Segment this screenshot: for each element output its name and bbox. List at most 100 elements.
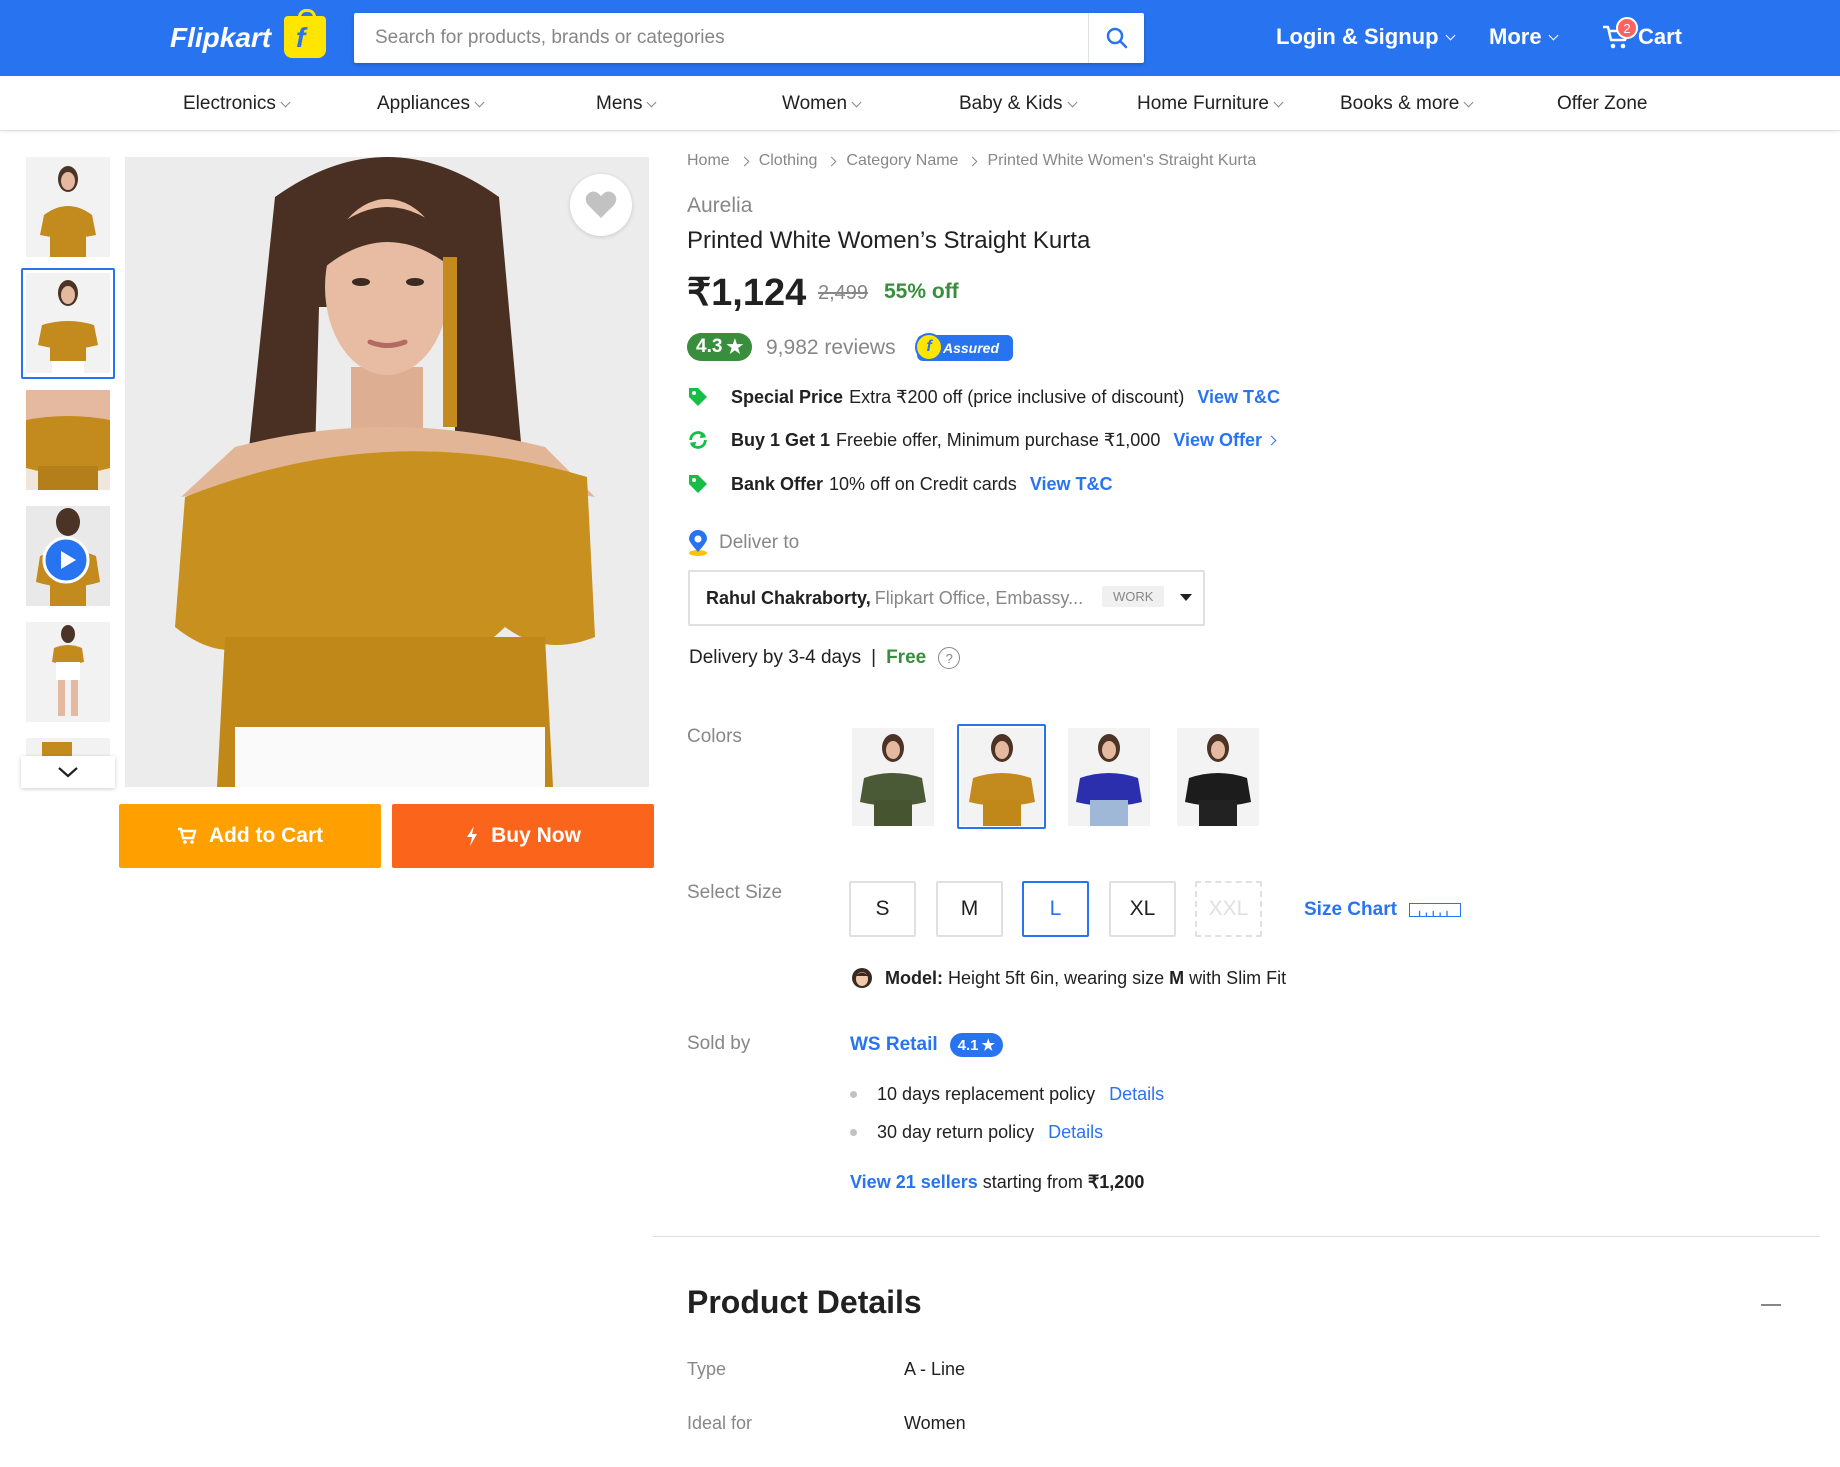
delivery-address-select[interactable]: Rahul Chakraborty, Flipkart Office, Emba…: [688, 570, 1205, 626]
top-header: Flipkart f Login & Signup More Cart 2: [0, 0, 1840, 76]
offer-link[interactable]: View T&C: [1197, 387, 1280, 408]
breadcrumb-item[interactable]: Home: [687, 152, 730, 170]
offer-item: Buy 1 Get 1 Freebie offer, Minimum purch…: [687, 429, 1277, 451]
breadcrumb-item[interactable]: Printed White Women's Straight Kurta: [987, 152, 1256, 170]
breadcrumb-item[interactable]: Clothing: [759, 152, 818, 170]
flipkart-f-icon: f: [915, 333, 943, 361]
seller-name[interactable]: WS Retail: [850, 1034, 938, 1056]
spec-value: Women: [904, 1413, 966, 1433]
policy-text: 10 days replacement policy: [877, 1084, 1096, 1104]
size-option-m[interactable]: M: [936, 881, 1003, 937]
assured-badge: f Assured: [915, 333, 1013, 361]
help-icon[interactable]: ?: [938, 647, 961, 669]
policy-text: 30 day return policy: [877, 1122, 1035, 1142]
offer-link[interactable]: View Offer: [1173, 430, 1262, 451]
flipkart-logo[interactable]: Flipkart: [170, 22, 271, 54]
offer-text: Extra ₹200 off (price inclusive of disco…: [849, 386, 1185, 407]
location-pin-icon: [689, 530, 707, 556]
tag-icon: [687, 473, 709, 495]
policy-item: 30 day return policy Details: [850, 1122, 1103, 1143]
offer-link[interactable]: View T&C: [1030, 474, 1113, 495]
product-video-thumbnail[interactable]: [26, 506, 110, 606]
star-icon: ★: [726, 336, 744, 358]
product-brand[interactable]: Aurelia: [687, 194, 752, 218]
model-fit: with Slim Fit: [1189, 967, 1287, 988]
nav-item-women[interactable]: Women: [782, 93, 862, 115]
sellers-starting-price: ₹1,200: [1087, 1172, 1145, 1192]
flipkart-bag-icon[interactable]: f: [284, 9, 326, 58]
add-to-cart-button[interactable]: Add to Cart: [119, 804, 381, 868]
dropdown-caret-icon: [1180, 594, 1192, 601]
other-sellers: View 21 sellers starting from ₹1,200: [850, 1172, 1144, 1193]
product-mrp: 2,499: [818, 282, 869, 304]
product-thumbnail[interactable]: [26, 390, 110, 490]
search-input[interactable]: [354, 13, 1088, 63]
nav-item-offer-zone[interactable]: Offer Zone: [1557, 93, 1647, 115]
more-menu[interactable]: More: [1489, 24, 1559, 50]
thumbnail-scroll-down[interactable]: [21, 756, 115, 788]
color-swatch-blue[interactable]: [1068, 728, 1150, 826]
reviews-count[interactable]: 9,982 reviews: [766, 336, 896, 360]
chevron-down-icon: [851, 97, 862, 107]
category-nav: Electronics Appliances Mens Women Baby &…: [0, 76, 1840, 131]
more-label: More: [1489, 24, 1542, 49]
cart-label: Cart: [1638, 24, 1683, 49]
select-size-label: Select Size: [687, 882, 783, 903]
nav-item-home-furniture[interactable]: Home Furniture: [1137, 93, 1284, 115]
cart-button[interactable]: Cart: [1602, 24, 1682, 50]
nav-label: Offer Zone: [1557, 93, 1648, 114]
swatch-image: [1068, 728, 1150, 826]
chevron-down-icon: [1445, 30, 1455, 40]
wishlist-button[interactable]: [570, 174, 632, 236]
policy-details-link[interactable]: Details: [1109, 1084, 1164, 1105]
delivery-time: Delivery by 3-4 days: [689, 647, 862, 668]
nav-item-appliances[interactable]: Appliances: [377, 93, 485, 115]
size-option-xl[interactable]: XL: [1109, 881, 1176, 937]
size-option-s[interactable]: S: [849, 881, 916, 937]
star-icon: ★: [981, 1037, 995, 1054]
view-sellers-link[interactable]: View 21 sellers: [850, 1172, 978, 1192]
product-details-heading: Product Details: [687, 1284, 922, 1320]
bullet-icon: [850, 1091, 857, 1098]
product-thumbnail[interactable]: [26, 622, 110, 722]
breadcrumb: Home Clothing Category Name Printed Whit…: [687, 152, 1256, 170]
assured-label: Assured: [943, 340, 1000, 356]
color-swatch-black[interactable]: [1177, 728, 1259, 826]
offer-title: Buy 1 Get 1: [731, 429, 831, 450]
bullet-icon: [850, 1129, 857, 1136]
nav-label: Electronics: [183, 93, 276, 114]
selected-thumbnail-frame: [21, 268, 115, 379]
product-thumbnail[interactable]: [26, 157, 110, 257]
buy-now-label: Buy Now: [491, 824, 581, 847]
nav-item-books-more[interactable]: Books & more: [1340, 93, 1474, 115]
breadcrumb-item[interactable]: Category Name: [846, 152, 958, 170]
nav-item-electronics[interactable]: Electronics: [183, 93, 291, 115]
product-photo: [125, 157, 649, 787]
collapse-minus-icon[interactable]: [1761, 1304, 1781, 1306]
address-name: Rahul Chakraborty,: [706, 587, 871, 608]
seller-info: WS Retail 4.1 ★: [850, 1033, 1003, 1057]
discount-label: 55% off: [884, 280, 959, 303]
nav-item-mens[interactable]: Mens: [596, 93, 657, 115]
main-product-image[interactable]: [125, 157, 649, 787]
nav-label: Appliances: [377, 93, 470, 114]
section-divider: [653, 1236, 1820, 1237]
ruler-icon: [1408, 903, 1461, 917]
product-thumbnail[interactable]: [26, 738, 110, 756]
size-option-l[interactable]: L: [1022, 881, 1089, 937]
size-chart-link[interactable]: Size Chart: [1304, 899, 1461, 921]
rating-badge[interactable]: 4.3 ★: [687, 333, 753, 361]
offer-title: Special Price: [731, 386, 844, 407]
chevron-down-icon: [647, 97, 657, 107]
color-swatch-olive[interactable]: [852, 728, 934, 826]
buy-now-button[interactable]: Buy Now: [392, 804, 654, 868]
chevron-down-icon: [280, 97, 291, 107]
nav-item-baby-kids[interactable]: Baby & Kids: [959, 93, 1077, 115]
nav-label: Home Furniture: [1137, 93, 1269, 114]
sellers-starting-text: starting from: [982, 1172, 1083, 1192]
login-signup-menu[interactable]: Login & Signup: [1276, 24, 1455, 50]
policy-details-link[interactable]: Details: [1048, 1122, 1103, 1143]
search-button[interactable]: [1088, 13, 1144, 63]
thumbnail-image: [26, 738, 110, 756]
chevron-down-icon: [1548, 30, 1559, 40]
